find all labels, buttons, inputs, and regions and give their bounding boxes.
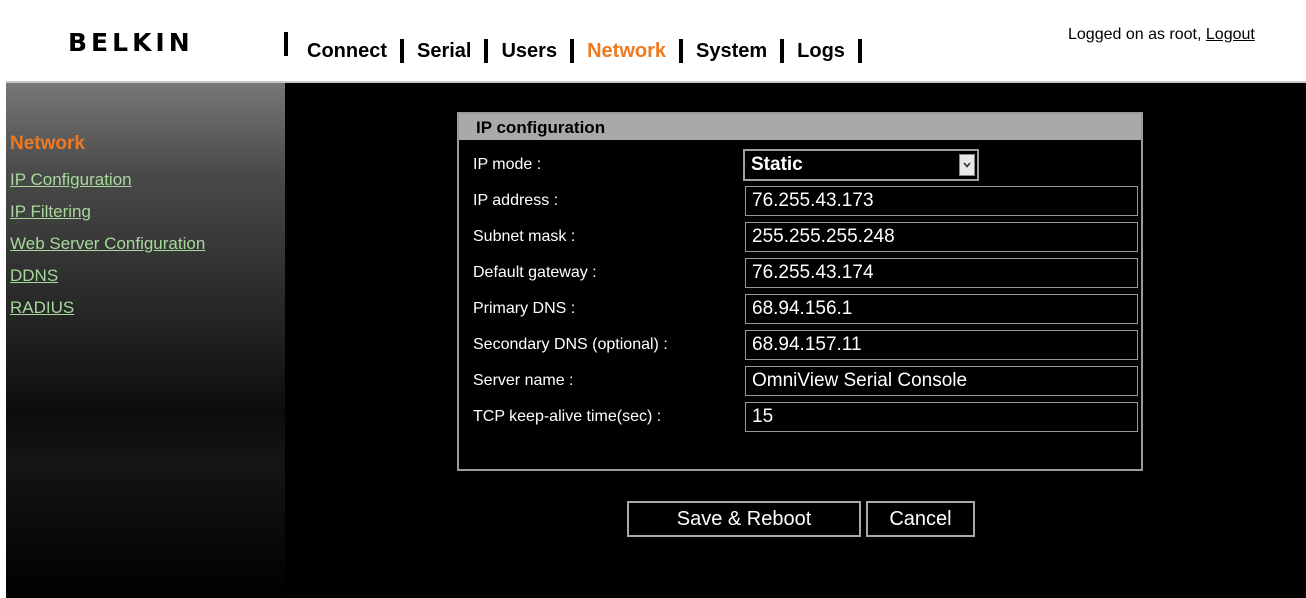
- main-content: IP configuration IP mode : Static IP add…: [285, 83, 1306, 598]
- app-frame: BELKIN Connect Serial Users Network Syst…: [6, 6, 1306, 598]
- default-gateway-input[interactable]: [745, 258, 1138, 288]
- nav-logs[interactable]: Logs: [797, 40, 845, 63]
- sidebar-title: Network: [10, 133, 85, 154]
- server-name-input[interactable]: [745, 366, 1138, 396]
- top-nav: Connect Serial Users Network System Logs: [307, 39, 875, 63]
- secondary-dns-input[interactable]: [745, 330, 1138, 360]
- subnet-mask-label: Subnet mask :: [473, 228, 576, 245]
- ip-mode-value: Static: [751, 154, 803, 175]
- panel-header: IP configuration: [459, 114, 1141, 140]
- primary-dns-input[interactable]: [745, 294, 1138, 324]
- nav-divider: [400, 39, 404, 63]
- nav-network[interactable]: Network: [587, 40, 666, 63]
- ip-config-panel: IP configuration IP mode : Static IP add…: [457, 112, 1143, 471]
- primary-dns-label: Primary DNS :: [473, 300, 576, 317]
- sidebar: Network IP Configuration IP Filtering We…: [6, 83, 285, 598]
- sidebar-item-radius[interactable]: RADIUS: [10, 292, 205, 324]
- secondary-dns-label: Secondary DNS (optional) :: [473, 336, 668, 353]
- belkin-logo: BELKIN: [68, 28, 194, 57]
- sidebar-links: IP Configuration IP Filtering Web Server…: [10, 164, 205, 324]
- tcp-keepalive-input[interactable]: [745, 402, 1138, 432]
- subnet-mask-input[interactable]: [745, 222, 1138, 252]
- login-text: Logged on as root,: [1068, 26, 1202, 43]
- nav-users[interactable]: Users: [501, 40, 557, 63]
- nav-connect[interactable]: Connect: [307, 40, 387, 63]
- header: BELKIN Connect Serial Users Network Syst…: [6, 6, 1306, 83]
- save-reboot-button[interactable]: Save & Reboot: [627, 501, 861, 537]
- sidebar-item-ip-configuration[interactable]: IP Configuration: [10, 164, 205, 196]
- cancel-button[interactable]: Cancel: [866, 501, 975, 537]
- ip-address-input[interactable]: [745, 186, 1138, 216]
- ip-mode-select[interactable]: Static: [743, 149, 979, 181]
- logo-divider: [284, 32, 288, 56]
- nav-system[interactable]: System: [696, 40, 767, 63]
- nav-divider: [780, 39, 785, 63]
- login-status: Logged on as root, Logout: [1068, 26, 1255, 44]
- ip-address-label: IP address :: [473, 192, 559, 209]
- sidebar-item-ddns[interactable]: DDNS: [10, 260, 205, 292]
- panel-title: IP configuration: [476, 118, 606, 137]
- logout-link[interactable]: Logout: [1206, 26, 1255, 43]
- nav-divider: [484, 39, 489, 63]
- tcp-keepalive-label: TCP keep-alive time(sec) :: [473, 408, 662, 425]
- sidebar-item-ip-filtering[interactable]: IP Filtering: [10, 196, 205, 228]
- default-gateway-label: Default gateway :: [473, 264, 597, 281]
- sidebar-item-web-server-configuration[interactable]: Web Server Configuration: [10, 228, 205, 260]
- server-name-label: Server name :: [473, 372, 574, 389]
- chevron-down-icon[interactable]: [959, 154, 975, 176]
- nav-serial[interactable]: Serial: [417, 40, 471, 63]
- nav-divider: [679, 39, 683, 63]
- nav-divider: [570, 39, 575, 63]
- nav-divider: [857, 39, 862, 63]
- ip-mode-label: IP mode :: [473, 156, 542, 173]
